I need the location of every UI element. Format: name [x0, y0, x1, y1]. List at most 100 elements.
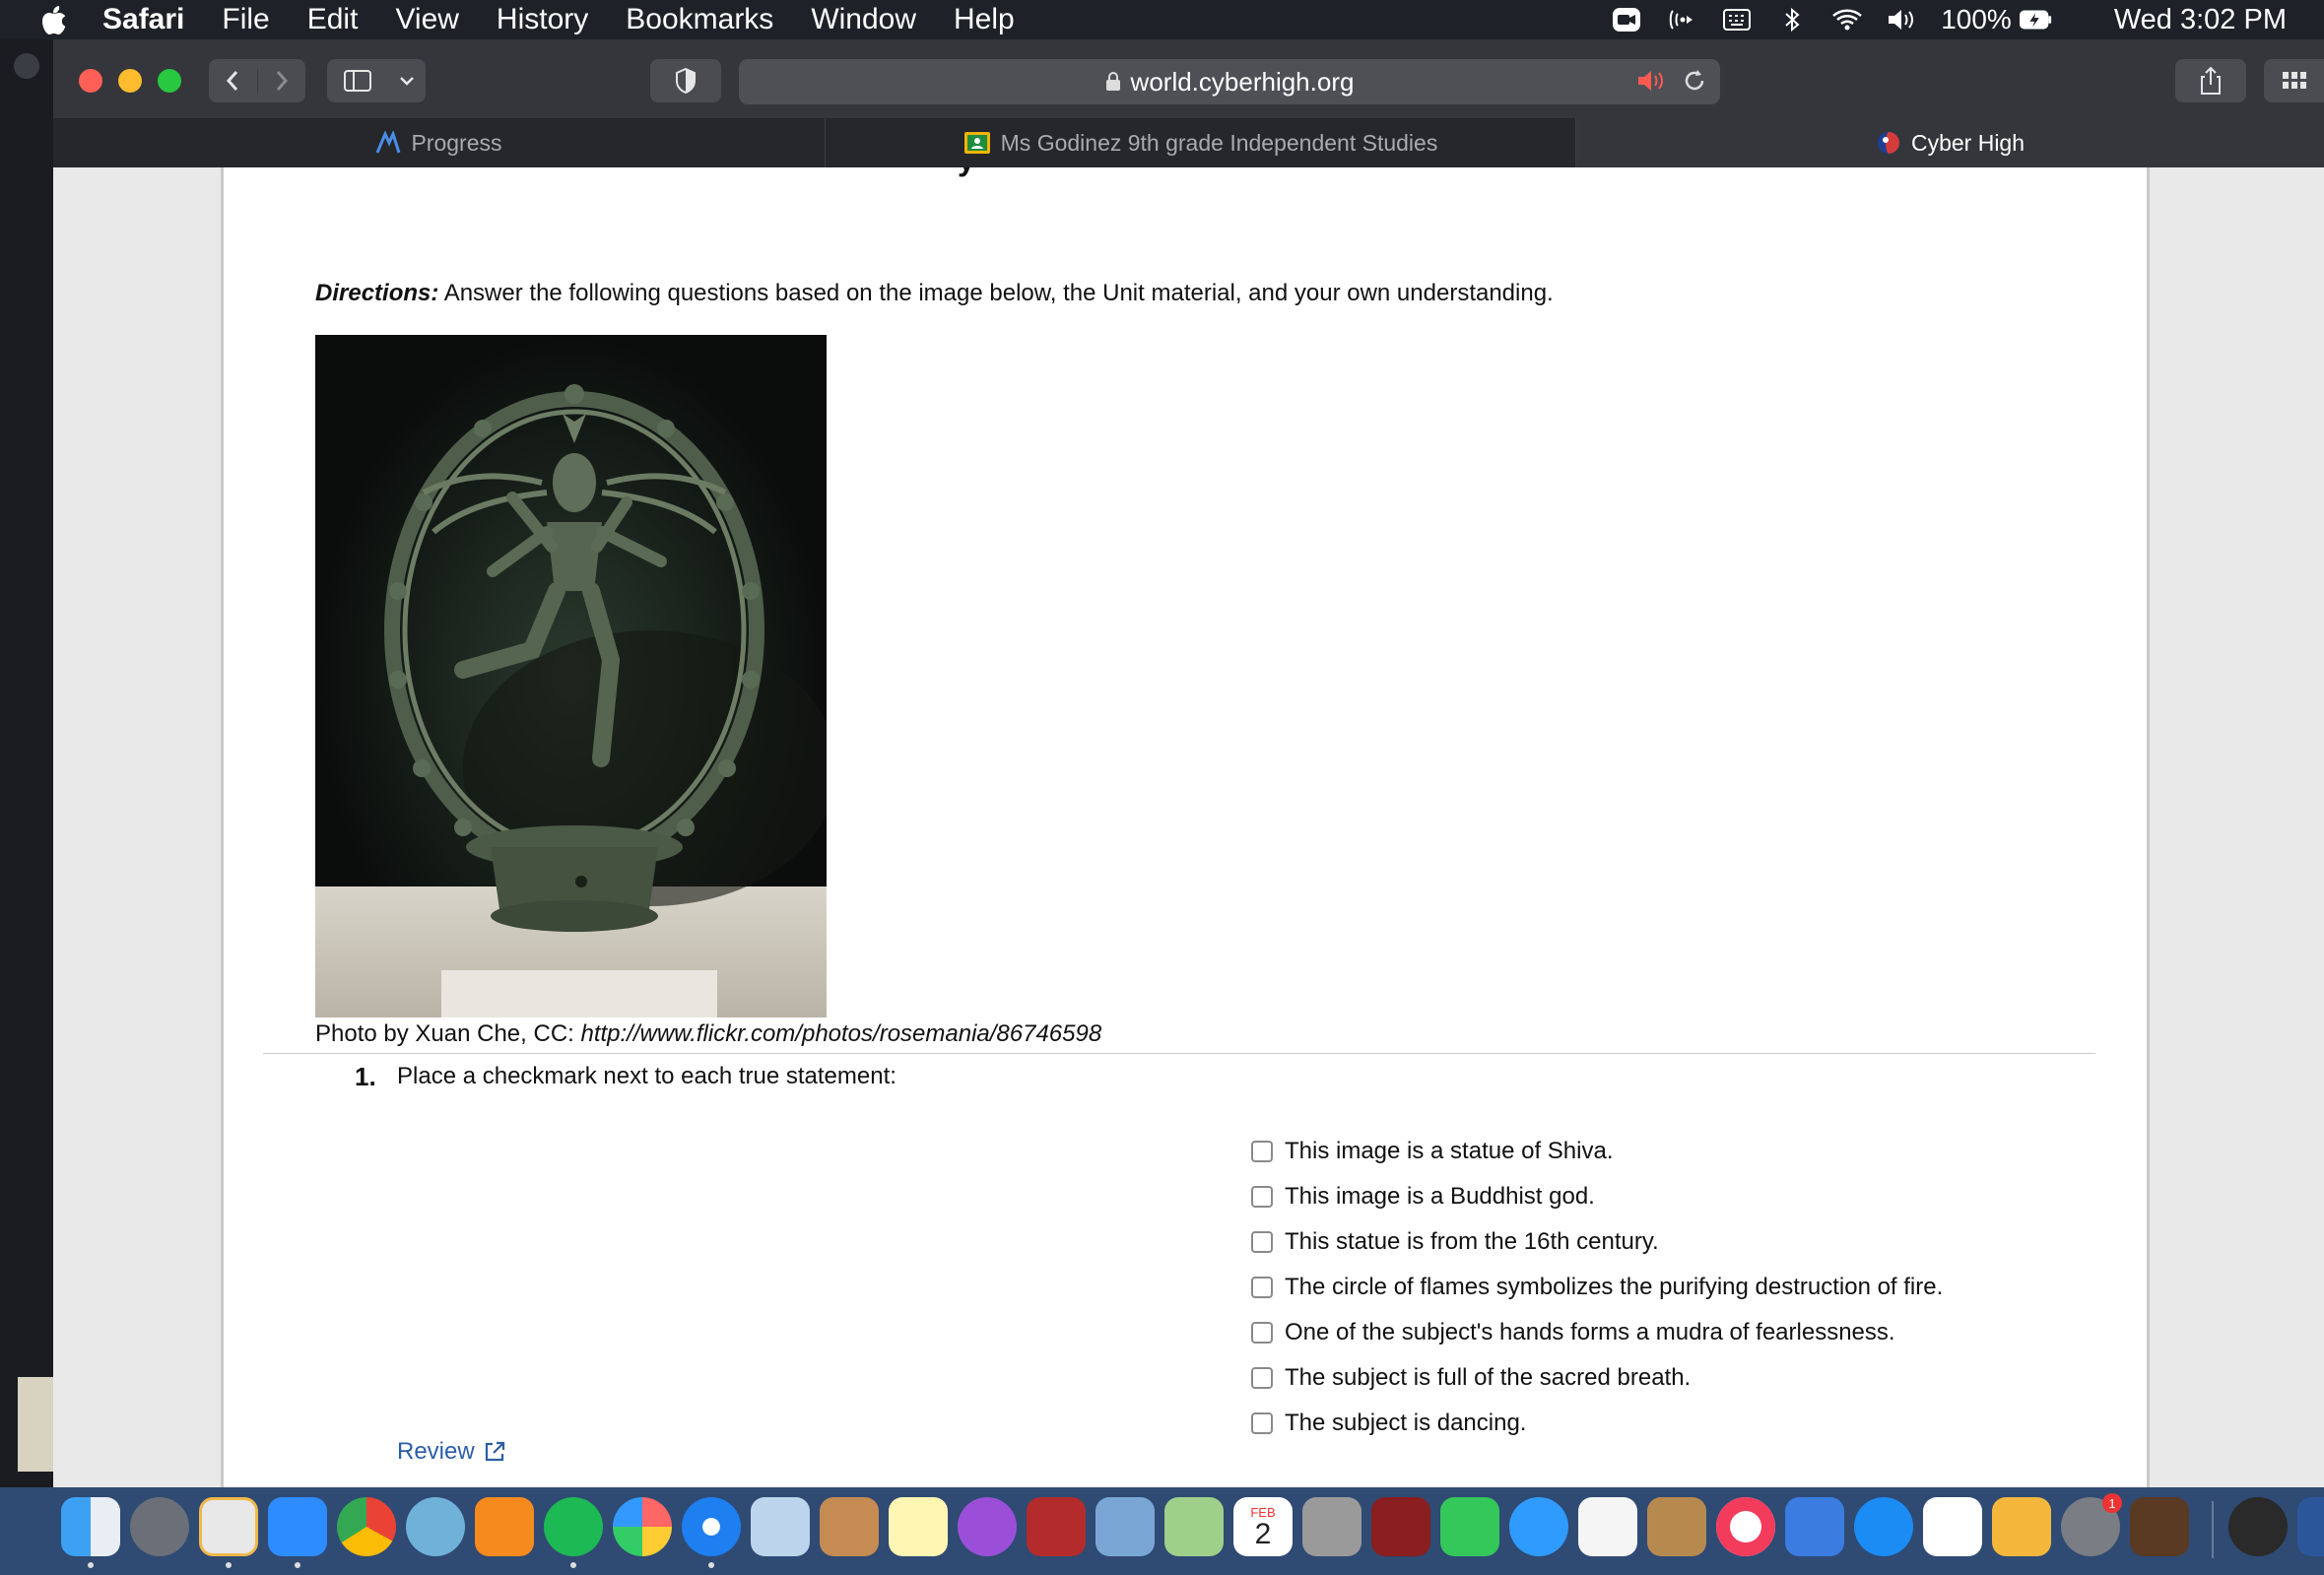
finder-icon[interactable]	[61, 1497, 120, 1556]
option-checkbox[interactable]	[1251, 1231, 1273, 1253]
caption-link[interactable]: http://www.flickr.com/photos/rosemania/8…	[580, 1020, 1101, 1047]
option-row[interactable]: This image is a statue of Shiva.	[1251, 1129, 1943, 1174]
option-checkbox[interactable]	[1251, 1277, 1273, 1298]
question-number: 1.	[355, 1062, 376, 1091]
downloads-stack-icon[interactable]	[2228, 1497, 2288, 1556]
tab-cyber-high[interactable]: Cyber High	[1576, 118, 2324, 167]
option-row[interactable]: One of the subject's hands forms a mudra…	[1251, 1310, 1943, 1355]
option-checkbox[interactable]	[1251, 1322, 1273, 1344]
menu-help[interactable]: Help	[954, 3, 1015, 36]
menu-bookmarks[interactable]: Bookmarks	[626, 3, 773, 36]
zoom-status-icon[interactable]	[1610, 5, 1643, 34]
window-minimize-button[interactable]	[118, 69, 142, 93]
menu-file[interactable]: File	[222, 3, 269, 36]
option-row[interactable]: This image is a Buddhist god.	[1251, 1174, 1943, 1219]
tab-overview-button[interactable]	[2264, 59, 2324, 102]
sidebar-menu-button[interactable]	[388, 75, 426, 87]
option-checkbox[interactable]	[1251, 1367, 1273, 1389]
back-button[interactable]	[209, 69, 257, 93]
facetime-icon[interactable]	[1440, 1497, 1499, 1556]
option-checkbox[interactable]	[1251, 1412, 1273, 1434]
reload-icon[interactable]	[1681, 67, 1708, 101]
voice-memos-icon[interactable]	[199, 1497, 258, 1556]
review-link[interactable]: Review	[397, 1438, 506, 1466]
share-button[interactable]	[2175, 59, 2246, 102]
share-icon	[2201, 66, 2221, 95]
address-bar[interactable]: world.cyberhigh.org	[739, 59, 1720, 104]
tab-label: Progress	[411, 129, 502, 156]
menu-history[interactable]: History	[497, 3, 588, 36]
option-row[interactable]: This statue is from the 16th century.	[1251, 1219, 1943, 1265]
history-nav-group	[209, 59, 305, 102]
photo-booth-icon[interactable]	[1027, 1497, 1086, 1556]
dictionary-icon[interactable]	[1371, 1497, 1430, 1556]
keynote-icon[interactable]	[1785, 1497, 1844, 1556]
word-document-icon[interactable]	[2297, 1497, 2324, 1556]
running-indicator	[295, 1562, 300, 1568]
network-radar-icon[interactable]	[406, 1497, 465, 1556]
running-indicator	[226, 1562, 232, 1568]
calendar-icon[interactable]: FEB 2	[1233, 1497, 1293, 1556]
menubar-clock[interactable]: Wed 3:02 PM	[2114, 4, 2287, 36]
tab-progress[interactable]: Progress	[53, 118, 826, 167]
contacts-icon[interactable]	[1647, 1497, 1706, 1556]
tab-classroom[interactable]: Ms Godinez 9th grade Independent Studies	[826, 118, 1576, 167]
window-zoom-button[interactable]	[158, 69, 181, 93]
option-row[interactable]: The subject is dancing.	[1251, 1401, 1943, 1446]
desktop-thumbnail	[18, 1377, 53, 1472]
option-row[interactable]: The subject is full of the sacred breath…	[1251, 1355, 1943, 1401]
option-row[interactable]: The circle of flames symbolizes the puri…	[1251, 1265, 1943, 1310]
sidebar-toggle-button[interactable]	[327, 69, 388, 93]
menu-app-name[interactable]: Safari	[102, 3, 184, 36]
option-checkbox[interactable]	[1251, 1186, 1273, 1208]
battery-charging-icon[interactable]	[2019, 5, 2053, 34]
notes-icon[interactable]	[889, 1497, 948, 1556]
sidebar-toggle-group	[327, 59, 426, 102]
keyboard-icon[interactable]	[1720, 5, 1754, 34]
font-book-icon[interactable]	[1302, 1497, 1361, 1556]
mail-icon[interactable]	[1096, 1497, 1155, 1556]
safari-icon[interactable]	[682, 1497, 741, 1556]
dock-separator	[2212, 1501, 2214, 1558]
chrome-icon[interactable]	[337, 1497, 396, 1556]
podcasts-icon[interactable]	[958, 1497, 1017, 1556]
preview-icon[interactable]	[751, 1497, 810, 1556]
apple-menu-icon[interactable]	[37, 0, 71, 39]
garageband-icon[interactable]	[2130, 1497, 2189, 1556]
window-close-button[interactable]	[79, 69, 102, 93]
airplay-audio-icon[interactable]	[1665, 5, 1698, 34]
chevron-down-icon	[400, 77, 414, 86]
cyberhigh-icon	[1876, 130, 1901, 156]
privacy-report-button[interactable]	[650, 59, 721, 102]
forward-button[interactable]	[256, 69, 306, 93]
running-indicator	[570, 1562, 576, 1568]
safari-window: world.cyberhigh.org Progress Ms Godinez …	[53, 39, 2324, 1487]
maps-icon[interactable]	[1164, 1497, 1224, 1556]
messages-icon[interactable]	[1509, 1497, 1568, 1556]
directions-text: Directions: Answer the following questio…	[315, 280, 1554, 307]
menu-bar: Safari File Edit View History Bookmarks …	[0, 0, 2324, 39]
app-store-icon[interactable]	[1854, 1497, 1913, 1556]
news-icon[interactable]	[1716, 1497, 1775, 1556]
menu-view[interactable]: View	[395, 3, 458, 36]
spotify-icon[interactable]	[544, 1497, 603, 1556]
music-icon[interactable]	[1923, 1497, 1982, 1556]
bluetooth-icon[interactable]	[1775, 5, 1809, 34]
tab-audio-icon[interactable]	[1635, 67, 1669, 101]
wifi-icon[interactable]	[1830, 5, 1864, 34]
lock-icon	[1105, 72, 1121, 92]
zoom-icon[interactable]	[268, 1497, 327, 1556]
launchpad-icon[interactable]	[130, 1497, 189, 1556]
section-divider	[263, 1053, 2095, 1054]
books-icon[interactable]	[475, 1497, 534, 1556]
pages-icon[interactable]	[1992, 1497, 2051, 1556]
option-label: This image is a Buddhist god.	[1285, 1183, 1595, 1210]
statue-image	[315, 384, 827, 1017]
menu-edit[interactable]: Edit	[307, 3, 359, 36]
option-checkbox[interactable]	[1251, 1141, 1273, 1162]
volume-icon[interactable]	[1886, 5, 1919, 34]
calculator-icon[interactable]	[820, 1497, 879, 1556]
menu-window[interactable]: Window	[811, 3, 916, 36]
photos-icon[interactable]	[613, 1497, 672, 1556]
reminders-icon[interactable]	[1578, 1497, 1637, 1556]
